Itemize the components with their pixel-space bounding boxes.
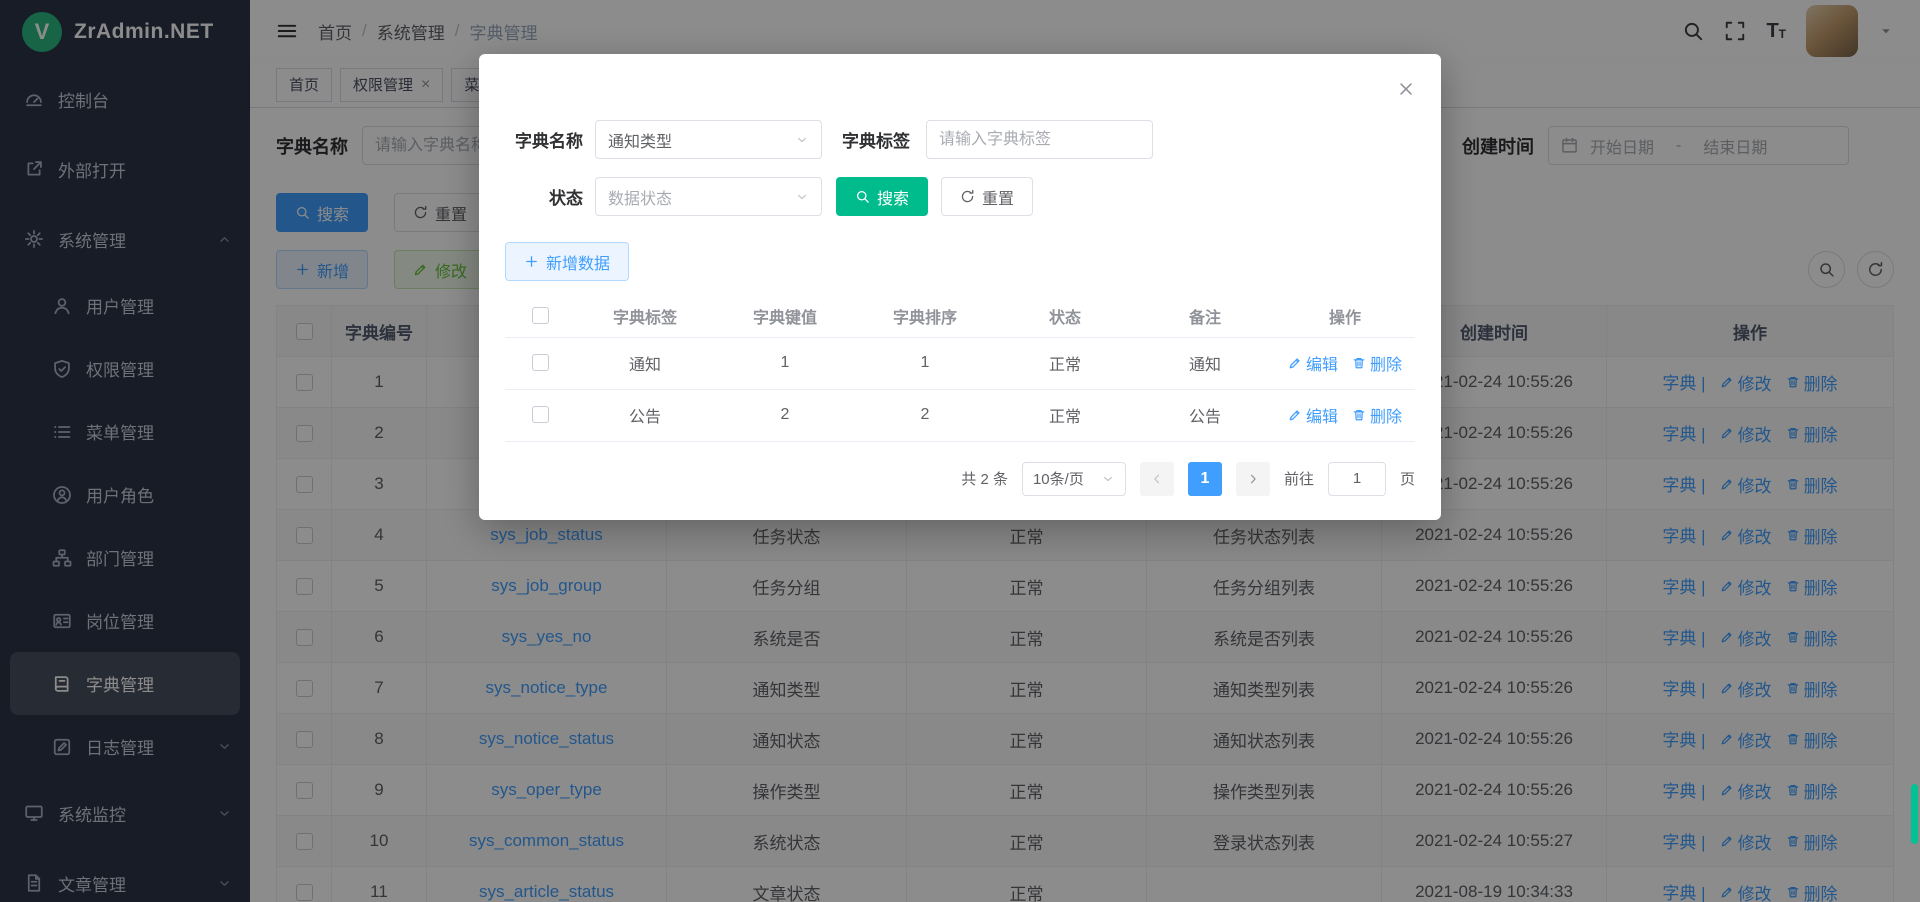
cell-dict-value: 2 — [715, 389, 855, 441]
cell-dict-value: 1 — [715, 337, 855, 389]
select-placeholder: 数据状态 — [608, 185, 672, 209]
cell-dict-label: 公告 — [575, 389, 715, 441]
dict-label-input[interactable] — [926, 120, 1153, 159]
dialog-status-label: 状态 — [505, 184, 583, 209]
goto-page-input[interactable] — [1328, 462, 1386, 496]
cell-remark: 公告 — [1135, 389, 1275, 441]
select-all-checkbox[interactable] — [532, 307, 549, 324]
dict-name-select[interactable]: 通知类型 — [595, 120, 822, 159]
dialog-search-button[interactable]: 搜索 — [836, 177, 928, 216]
trash-icon — [1352, 356, 1366, 370]
pagination-total: 共 2 条 — [961, 468, 1008, 489]
status-select[interactable]: 数据状态 — [595, 177, 822, 216]
dict-data-table: 字典标签 字典键值 字典排序 状态 备注 操作 通知11正常通知编辑删除公告22… — [505, 295, 1415, 442]
search-icon — [855, 189, 870, 204]
add-data-button[interactable]: 新增数据 — [505, 242, 629, 281]
pencil-icon — [1288, 356, 1302, 370]
cell-dict-label: 通知 — [575, 337, 715, 389]
dialog-dict-name-label: 字典名称 — [505, 127, 583, 152]
dialog-filter-row-2: 状态 数据状态 搜索 重置 — [505, 177, 1415, 216]
delete-link[interactable]: 删除 — [1352, 403, 1402, 427]
close-icon[interactable] — [1397, 80, 1415, 98]
row-checkbox[interactable] — [532, 406, 549, 423]
cell-remark: 通知 — [1135, 337, 1275, 389]
column-header: 备注 — [1135, 295, 1275, 337]
goto-label: 前往 — [1284, 468, 1314, 489]
pagination: 共 2 条 10条/页 1 前往 页 — [505, 462, 1415, 496]
edit-link[interactable]: 编辑 — [1288, 351, 1338, 375]
dict-data-dialog: 字典名称 通知类型 字典标签 状态 数据状态 搜索 重置 新增数据 — [479, 54, 1441, 520]
chevron-down-icon — [1101, 472, 1115, 486]
page-size-select[interactable]: 10条/页 — [1022, 462, 1126, 496]
goto-unit: 页 — [1400, 468, 1415, 489]
delete-link[interactable]: 删除 — [1352, 351, 1402, 375]
cell-dict-sort: 1 — [855, 337, 995, 389]
dialog-dict-label-label: 字典标签 — [840, 127, 910, 152]
chevron-down-icon — [795, 133, 809, 147]
page-1-button[interactable]: 1 — [1188, 462, 1222, 496]
dialog-reset-button[interactable]: 重置 — [941, 177, 1033, 216]
scrollbar-thumb[interactable] — [1911, 784, 1918, 844]
column-header: 字典排序 — [855, 295, 995, 337]
cell-status: 正常 — [995, 389, 1135, 441]
column-header: 操作 — [1275, 295, 1415, 337]
prev-page-button[interactable] — [1140, 462, 1174, 496]
dialog-filter-row-1: 字典名称 通知类型 字典标签 — [505, 120, 1415, 159]
column-header: 字典键值 — [715, 295, 855, 337]
cell-status: 正常 — [995, 337, 1135, 389]
plus-icon — [524, 254, 539, 269]
next-page-button[interactable] — [1236, 462, 1270, 496]
table-header-row: 字典标签 字典键值 字典排序 状态 备注 操作 — [505, 295, 1415, 337]
chevron-down-icon — [795, 190, 809, 204]
dialog-table-body: 通知11正常通知编辑删除公告22正常公告编辑删除 — [505, 337, 1415, 441]
chevron-right-icon — [1246, 472, 1260, 486]
pencil-icon — [1288, 408, 1302, 422]
edit-link[interactable]: 编辑 — [1288, 403, 1338, 427]
column-header: 状态 — [995, 295, 1135, 337]
refresh-icon — [960, 189, 975, 204]
row-checkbox[interactable] — [532, 354, 549, 371]
chevron-left-icon — [1150, 472, 1164, 486]
select-value: 10条/页 — [1033, 468, 1084, 489]
dict-data-row: 公告22正常公告编辑删除 — [505, 389, 1415, 441]
select-value: 通知类型 — [608, 128, 672, 152]
trash-icon — [1352, 408, 1366, 422]
dict-data-row: 通知11正常通知编辑删除 — [505, 337, 1415, 389]
cell-dict-sort: 2 — [855, 389, 995, 441]
column-header: 字典标签 — [575, 295, 715, 337]
